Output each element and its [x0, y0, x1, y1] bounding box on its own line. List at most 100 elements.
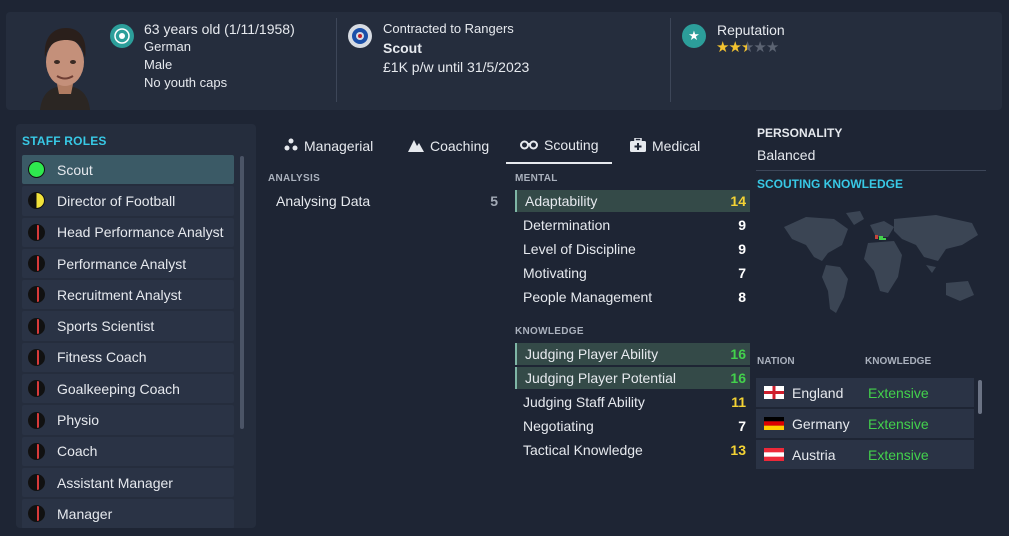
attribute-value: 14 — [730, 193, 746, 209]
role-item[interactable]: Director of Football — [22, 186, 234, 216]
staff-header: 63 years old (1/11/1958) German Male No … — [6, 12, 1002, 110]
role-item[interactable]: Scout — [22, 155, 234, 185]
club-badge-icon[interactable] — [348, 24, 372, 48]
role-item[interactable]: Head Performance Analyst — [22, 217, 234, 247]
coaching-icon — [408, 138, 424, 155]
tab-medical[interactable]: Medical — [630, 128, 700, 164]
attribute-row[interactable]: Level of Discipline 9 — [515, 238, 750, 260]
personal-details: 63 years old (1/11/1958) German Male No … — [144, 20, 295, 92]
job-title: Scout — [383, 40, 422, 56]
role-label: Physio — [57, 412, 100, 429]
attribute-row[interactable]: Motivating 7 — [515, 262, 750, 284]
attribute-row[interactable]: Determination 9 — [515, 214, 750, 236]
tab-coaching[interactable]: Coaching — [408, 128, 489, 164]
attribute-value: 13 — [730, 442, 746, 458]
attribute-row[interactable]: Judging Player Ability 16 — [515, 343, 750, 365]
personality-title: PERSONALITY — [757, 126, 843, 140]
medical-kit-icon — [630, 136, 646, 155]
attribute-row[interactable]: Adaptability 14 — [515, 190, 750, 212]
reputation-star-icon: ★ — [765, 39, 779, 56]
attribute-value: 8 — [738, 289, 746, 305]
nation-row-austria[interactable]: Austria Extensive — [756, 440, 974, 469]
knowledge-heading: KNOWLEDGE — [515, 326, 584, 337]
role-item[interactable]: Fitness Coach — [22, 342, 234, 373]
role-item[interactable]: Performance Analyst — [22, 248, 234, 279]
suitability-icon — [28, 474, 45, 492]
analysis-heading: ANALYSIS — [268, 173, 321, 184]
attribute-row-analysing-data[interactable]: Analysing Data 5 — [268, 190, 502, 212]
attribute-label: Judging Player Ability — [525, 346, 659, 362]
nation-name: Austria — [792, 446, 836, 463]
personality-value: Balanced — [757, 147, 816, 163]
role-item[interactable]: Recruitment Analyst — [22, 280, 234, 310]
binoculars-icon — [520, 137, 538, 153]
contract-details: Contracted to Rangers Scout £1K p/w unti… — [383, 20, 529, 76]
tab-label: Scouting — [544, 137, 599, 153]
wage-line: £1K p/w until 31/5/2023 — [383, 59, 530, 75]
attribute-label: People Management — [523, 289, 653, 305]
nation-column-header: NATION — [757, 356, 795, 367]
nationality: German — [144, 39, 191, 54]
staff-roles-panel: STAFF ROLES Scout Director of Football Hea… — [16, 124, 256, 528]
knowledge-level: Extensive — [868, 384, 929, 401]
mental-heading: MENTAL — [515, 173, 558, 184]
attribute-label: Judging Player Potential — [525, 370, 676, 386]
nation-name: Germany — [792, 415, 850, 432]
attribute-label: Motivating — [523, 265, 587, 281]
tab-label: Managerial — [304, 138, 374, 154]
attribute-row[interactable]: Judging Staff Ability 11 — [515, 391, 750, 413]
reputation-star-icon: ★ — [716, 39, 729, 56]
role-label: Head Performance Analyst — [57, 224, 224, 241]
header-divider — [670, 18, 671, 102]
role-item[interactable]: Assistant Manager — [22, 467, 234, 498]
roles-scrollbar[interactable] — [240, 156, 244, 429]
role-item[interactable]: Sports Scientist — [22, 311, 234, 341]
attribute-row[interactable]: Tactical Knowledge 13 — [515, 439, 750, 461]
england-flag-icon — [764, 386, 784, 399]
tab-label: Medical — [652, 138, 701, 154]
suitability-icon — [28, 442, 45, 460]
knowledge-level: Extensive — [868, 446, 929, 463]
role-item[interactable]: Coach — [22, 436, 234, 466]
attribute-label: Negotiating — [523, 418, 594, 434]
role-item[interactable]: Physio — [22, 405, 234, 435]
germany-flag-icon — [764, 417, 784, 430]
personality-divider — [756, 170, 986, 171]
suitability-icon — [28, 411, 45, 429]
attribute-row[interactable]: Negotiating 7 — [515, 415, 750, 437]
role-item[interactable]: Manager — [22, 499, 234, 528]
attribute-value: 9 — [738, 241, 746, 257]
role-item[interactable]: Goalkeeping Coach — [22, 374, 234, 404]
contract-line[interactable]: Contracted to Rangers — [383, 20, 529, 38]
attribute-label: Judging Staff Ability — [523, 394, 645, 410]
attribute-label: Level of Discipline — [523, 241, 636, 257]
suitability-icon — [28, 286, 45, 304]
gender: Male — [144, 57, 173, 72]
staff-roles-list: Scout Director of Football Head Performanc… — [22, 155, 234, 528]
germany-badge-icon — [110, 24, 134, 48]
scouting-knowledge-title: SCOUTING KNOWLEDGE — [757, 177, 903, 191]
role-label: Scout — [57, 161, 93, 178]
attribute-row[interactable]: People Management 8 — [515, 286, 750, 308]
role-label: Goalkeeping Coach — [57, 380, 180, 397]
attribute-row[interactable]: Judging Player Potential 16 — [515, 367, 750, 389]
attribute-value: 9 — [738, 217, 746, 233]
austria-flag-icon — [764, 448, 784, 461]
staff-avatar — [26, 20, 104, 110]
reputation-stars: ★★★★★ — [716, 38, 779, 56]
role-label: Coach — [57, 443, 98, 460]
scouting-knowledge-map[interactable] — [776, 205, 986, 321]
nations-scrollbar[interactable] — [978, 380, 982, 414]
reputation-star-icon: ★ — [728, 39, 741, 56]
nation-row-germany[interactable]: Germany Extensive — [756, 409, 974, 438]
attribute-label: Tactical Knowledge — [523, 442, 643, 458]
suitability-icon — [28, 317, 45, 335]
role-label: Assistant Manager — [57, 474, 173, 491]
nation-row-england[interactable]: England Extensive — [756, 378, 974, 407]
tab-scouting[interactable]: Scouting — [506, 128, 612, 164]
tab-label: Coaching — [430, 138, 490, 154]
knowledge-level: Extensive — [868, 415, 929, 432]
role-label: Fitness Coach — [57, 349, 147, 366]
suitability-icon — [28, 505, 45, 523]
tab-managerial[interactable]: Managerial — [284, 128, 373, 164]
